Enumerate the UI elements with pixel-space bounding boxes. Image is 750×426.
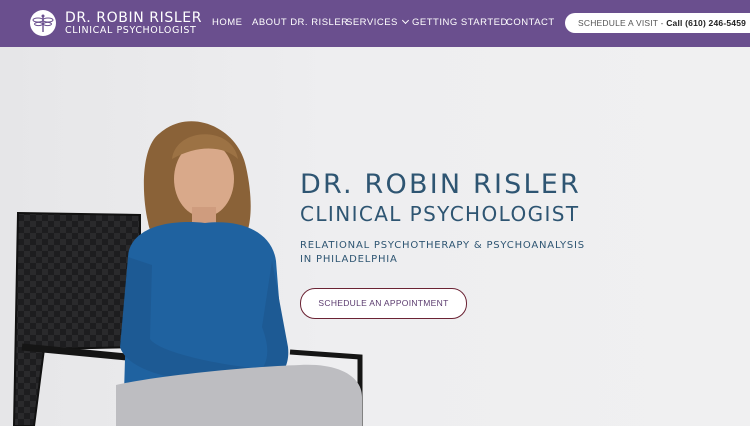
nav-contact[interactable]: CONTACT xyxy=(506,17,555,28)
brand-name[interactable]: DR. ROBIN RISLER xyxy=(65,10,202,26)
site-header: DR. ROBIN RISLER CLINICAL PSYCHOLOGIST H… xyxy=(0,0,750,47)
phone-number: Call (610) 246-5459 xyxy=(666,18,747,28)
schedule-visit-button[interactable]: SCHEDULE A VISIT - Call (610) 246-5459 xyxy=(565,13,750,33)
schedule-visit-label: SCHEDULE A VISIT - xyxy=(578,18,667,28)
nav-services[interactable]: SERVICES xyxy=(346,16,409,28)
nav-home[interactable]: HOME xyxy=(212,17,243,28)
nav-about[interactable]: ABOUT DR. RISLER xyxy=(252,17,349,28)
schedule-appointment-button[interactable]: SCHEDULE AN APPOINTMENT xyxy=(300,288,467,319)
hero-tagline-line2: IN PHILADELPHIA xyxy=(300,254,398,265)
nav-getting-started[interactable]: GETTING STARTED xyxy=(412,17,508,28)
hero-title: DR. ROBIN RISLER xyxy=(300,169,581,200)
brand-subtitle[interactable]: CLINICAL PSYCHOLOGIST xyxy=(65,25,196,36)
hero-tagline-line1: RELATIONAL PSYCHOTHERAPY & PSYCHOANALYSI… xyxy=(300,240,585,251)
hero-subtitle: CLINICAL PSYCHOLOGIST xyxy=(300,202,580,226)
nav-services-label: SERVICES xyxy=(346,17,398,28)
hero-photo xyxy=(12,121,363,426)
chevron-down-icon xyxy=(401,16,409,25)
page: DR. ROBIN RISLER CLINICAL PSYCHOLOGIST H… xyxy=(0,0,750,426)
dragonfly-icon[interactable] xyxy=(30,10,56,36)
